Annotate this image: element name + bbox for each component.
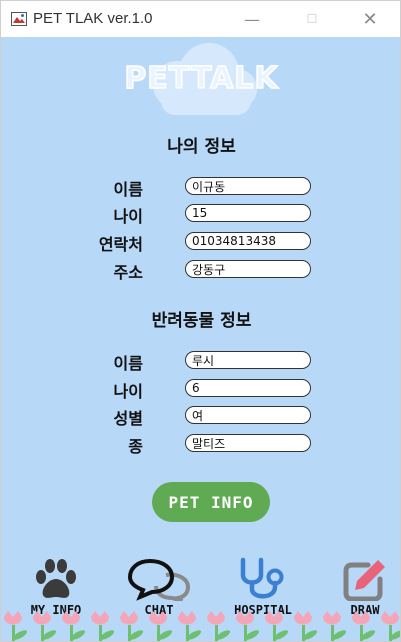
chat-bubbles-icon <box>127 558 191 601</box>
pet-gender-field[interactable] <box>185 406 311 424</box>
pet-info-button[interactable]: PET INFO <box>152 482 270 522</box>
edit-icon <box>343 560 385 601</box>
my-address-label: 주소 <box>113 263 143 282</box>
pet-age-field[interactable] <box>185 379 311 397</box>
maximize-button[interactable]: ☐ <box>289 1 335 37</box>
tulip-decoration <box>4 611 400 641</box>
app-icon <box>11 12 27 26</box>
pet-breed-field[interactable] <box>185 434 311 452</box>
my-address-field[interactable] <box>185 260 311 278</box>
window-title: PET TLAK ver.1.0 <box>33 10 153 27</box>
pet-name-field[interactable] <box>185 351 311 369</box>
my-name-label: 이름 <box>113 180 143 199</box>
my-contact-field[interactable] <box>185 232 311 250</box>
my-name-field[interactable] <box>185 177 311 195</box>
minimize-icon: — <box>244 9 260 29</box>
my-info-title: 나의 정보 <box>167 137 236 157</box>
pet-age-label: 나이 <box>113 382 143 401</box>
app-window: PET TLAK ver.1.0 — ☐ ✕ PETTALK 나의 정보 이름 … <box>0 0 401 642</box>
stethoscope-icon <box>240 557 284 599</box>
my-age-field[interactable] <box>185 204 311 222</box>
my-age-label: 나이 <box>113 207 143 226</box>
pet-breed-label: 종 <box>128 437 143 456</box>
paw-icon <box>36 559 76 598</box>
pet-gender-label: 성별 <box>113 409 143 428</box>
my-contact-label: 연락처 <box>98 235 143 254</box>
close-button[interactable]: ✕ <box>347 1 393 37</box>
close-icon: ✕ <box>362 8 378 30</box>
maximize-icon: ☐ <box>306 12 318 26</box>
title-bar: PET TLAK ver.1.0 — ☐ ✕ <box>1 1 400 37</box>
pet-name-label: 이름 <box>113 354 143 373</box>
minimize-button[interactable]: — <box>229 1 275 37</box>
pet-info-title: 반려동물 정보 <box>151 311 252 331</box>
logo-text: PETTALK <box>124 60 279 97</box>
